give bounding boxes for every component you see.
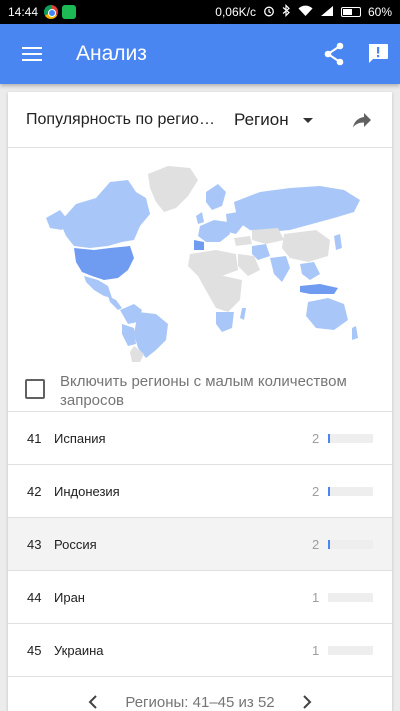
map-region-southeast-asia[interactable] — [300, 262, 320, 280]
battery-percent: 60% — [367, 5, 392, 19]
region-interest-card: Популярность по регионам Регион Включить… — [8, 92, 392, 711]
map-region-indonesia[interactable] — [300, 284, 338, 294]
feedback-button[interactable] — [356, 24, 400, 84]
map-region-uk[interactable] — [196, 212, 204, 224]
map-region-russia[interactable] — [234, 186, 360, 232]
pagination-label: Регионы: 41–45 из 52 — [125, 693, 275, 711]
share-button[interactable] — [312, 24, 356, 84]
signal-icon — [320, 5, 334, 20]
table-row[interactable]: 41 Испания 2 — [8, 412, 392, 465]
map-region-north-africa[interactable] — [188, 250, 238, 276]
map-region-western-europe[interactable] — [198, 220, 230, 242]
row-rank: 41 — [27, 430, 42, 446]
row-value-bar-fill — [328, 486, 330, 496]
prev-page-button[interactable] — [81, 690, 105, 711]
map-region-australia[interactable] — [306, 298, 348, 330]
dropdown-caret-icon — [302, 117, 313, 123]
table-row[interactable]: 42 Индонезия 2 — [8, 465, 392, 518]
map-region-china[interactable] — [282, 230, 330, 262]
map-region-india[interactable] — [270, 256, 290, 282]
region-list: 41 Испания 2 42 Индонезия 2 43 Россия 2 44 Иран 1 45… — [8, 411, 392, 677]
map-region-central-africa[interactable] — [198, 276, 242, 312]
table-row[interactable]: 45 Украина 1 — [8, 624, 392, 677]
alarm-icon — [263, 5, 275, 20]
net-speed: 0,06K/c — [215, 5, 256, 19]
map-region-madagascar[interactable] — [240, 308, 246, 320]
row-region-name: Украина — [54, 642, 104, 658]
region-dropdown[interactable]: Регион — [234, 92, 313, 148]
status-bar: 14:44 0,06K/c 60% — [0, 0, 400, 24]
low-volume-option: Включить регионы с малым количеством зап… — [8, 370, 392, 412]
row-value-bar — [328, 645, 373, 655]
share-arrow-button[interactable] — [350, 108, 374, 132]
app-bar: Анализ — [0, 24, 400, 84]
map-region-scandinavia[interactable] — [206, 184, 226, 210]
map-region-south-africa[interactable] — [216, 312, 234, 332]
row-rank: 44 — [27, 589, 42, 605]
row-rank: 45 — [27, 642, 42, 658]
row-value: 1 — [312, 589, 320, 605]
low-volume-label[interactable]: Включить регионы с малым количеством зап… — [60, 372, 380, 410]
region-dropdown-value: Регион — [234, 110, 289, 129]
page-title: Анализ — [76, 42, 147, 65]
menu-button[interactable] — [0, 24, 64, 84]
map-region-usa[interactable] — [74, 246, 134, 280]
row-value: 2 — [312, 483, 320, 499]
row-rank: 42 — [27, 483, 42, 499]
feedback-icon — [368, 44, 388, 63]
chevron-right-icon — [302, 695, 312, 709]
app-notification-icon — [62, 5, 77, 19]
pagination: Регионы: 41–45 из 52 — [8, 690, 392, 711]
table-row[interactable]: 44 Иран 1 — [8, 571, 392, 624]
row-region-name: Россия — [54, 536, 97, 552]
row-region-name: Испания — [54, 430, 106, 446]
map-region-turkey[interactable] — [234, 236, 252, 246]
row-value-bar — [328, 486, 373, 496]
row-value-bar — [328, 433, 373, 443]
row-value-bar — [328, 592, 373, 602]
table-row[interactable]: 43 Россия 2 — [8, 518, 392, 571]
row-value: 1 — [312, 642, 320, 658]
row-value-bar — [328, 539, 373, 549]
row-value: 2 — [312, 536, 320, 552]
map-region-peru[interactable] — [122, 324, 136, 346]
wifi-icon — [298, 5, 313, 20]
share-arrow-icon — [353, 113, 371, 128]
bluetooth-icon — [282, 4, 291, 20]
map-region-spain[interactable] — [194, 240, 204, 250]
share-icon — [324, 42, 344, 66]
card-title: Популярность по регионам — [26, 110, 218, 128]
menu-icon — [22, 47, 42, 61]
status-time: 14:44 — [8, 5, 39, 19]
card-header: Популярность по регионам Регион — [8, 92, 392, 148]
map-region-central-america[interactable] — [108, 296, 122, 310]
chevron-left-icon — [88, 695, 98, 709]
battery-icon — [340, 7, 361, 17]
row-rank: 43 — [27, 536, 42, 552]
map-region-greenland[interactable] — [148, 166, 198, 212]
row-value: 2 — [312, 430, 320, 446]
next-page-button[interactable] — [295, 690, 319, 711]
world-map[interactable] — [38, 162, 363, 362]
chrome-icon — [44, 5, 59, 19]
map-region-iran[interactable] — [252, 244, 270, 260]
row-value-bar-fill — [328, 433, 330, 443]
row-region-name: Индонезия — [54, 483, 120, 499]
map-region-new-zealand[interactable] — [352, 326, 358, 340]
low-volume-checkbox[interactable] — [25, 379, 45, 399]
map-region-japan[interactable] — [334, 234, 342, 250]
row-region-name: Иран — [54, 589, 85, 605]
row-value-bar-fill — [328, 539, 330, 549]
map-region-canada[interactable] — [60, 180, 150, 248]
